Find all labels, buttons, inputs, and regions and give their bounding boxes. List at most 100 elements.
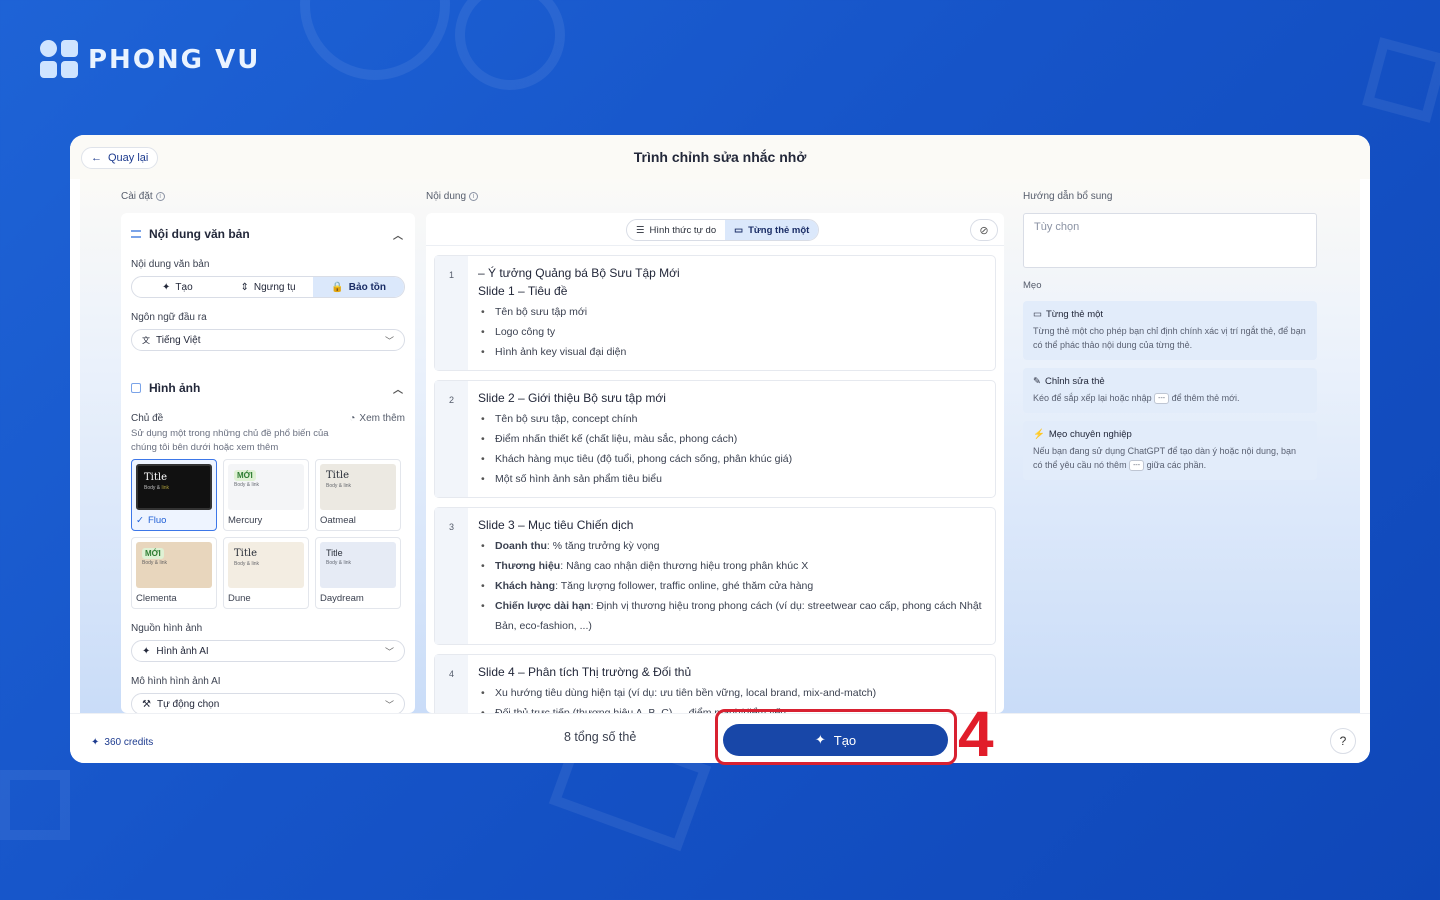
chevron-down-icon: ﹀ [384,700,394,710]
image-section-header[interactable]: Hình ảnh ︿ [131,377,405,399]
slide-card[interactable]: 3 Slide 3 – Mục tiêu Chiến dịch Doanh thu:… [434,507,996,645]
slide-card[interactable]: 1 – Ý tưởng Quảng bá Bộ Sưu Tập Mới Slide … [434,255,996,371]
total-cards-count: 8 tổng số thẻ [564,730,637,744]
extra-instructions-input[interactable]: Tùy chọn [1023,213,1317,268]
lock-icon: 🔒 [331,281,344,293]
sparkle-icon: ✦ [91,737,100,748]
sparkle-icon: ✦ [142,645,151,657]
theme-preview: Title Body & link [228,542,304,588]
slide-bullet: Điểm nhấn thiết kế (chất liệu, màu sắc, … [478,429,985,449]
chevron-down-icon: ﹀ [384,336,394,346]
output-language-select[interactable]: 文 Tiếng Việt ﹀ [131,329,405,351]
palette-icon: ◔ [349,413,356,424]
condense-icon: ⇕ [240,281,249,293]
divider [426,245,1004,246]
sparkle-icon: ✦ [162,281,171,293]
theme-card-mercury[interactable]: MỚI Body & link Mercury [223,459,309,531]
text-lines-icon: ☰ [636,224,645,236]
info-icon[interactable]: i [469,192,479,201]
theme-preview: Title Body & link [136,464,212,510]
chevron-up-icon[interactable]: ︿ [393,381,403,396]
step-number-annotation: 4 [958,698,994,770]
theme-preview: MỚI Body & link [228,464,304,510]
brand-name: PHONG VU [88,45,261,75]
info-icon[interactable]: i [155,192,165,201]
slide-title: Slide 4 – Phân tích Thị trường & Đối thủ [478,665,692,679]
theme-card-dune[interactable]: Title Body & link Dune [223,537,309,609]
theme-description: Sử dụng một trong những chủ đề phổ biến … [131,428,329,453]
theme-header: Chủ đề Sử dụng một trong những chủ đề ph… [131,413,405,455]
bg-square-decoration [0,770,70,840]
brand-logo: PHONG VU [40,40,260,80]
card-icon: ▭ [734,224,744,236]
language-icon: 文 [142,335,150,345]
theme-card-daydream[interactable]: Title Body & link Daydream [315,537,401,609]
text-lines-icon [131,230,141,238]
edit-icon: ✎ [1033,376,1041,387]
content-label: Nội dung i [426,191,479,202]
theme-grid: Title Body & link ✓ Fluo MỚI Body & link Me… [131,459,405,609]
slide-body[interactable]: Slide 4 – Phân tích Thị trường & Đối thủ… [468,655,995,713]
ai-model-select[interactable]: ⚒ Tự động chọn ﹀ [131,693,405,713]
card-icon: ▭ [1033,309,1042,320]
help-button[interactable]: ? [1330,728,1356,754]
slide-heading: – Ý tưởng Quảng bá Bộ Sưu Tập Mới [478,266,680,280]
image-source-label: Nguồn hình ảnh [131,623,203,634]
image-icon [131,383,141,393]
slide-card[interactable]: 2 Slide 2 – Giới thiệu Bộ sưu tập mới Tên … [434,380,996,498]
slide-title: Slide 1 – Tiêu đề [478,284,568,298]
lightning-icon: ⚡ [1033,429,1045,440]
theme-card-oatmeal[interactable]: Title Body & link Oatmeal [315,459,401,531]
mode-preserve-button[interactable]: 🔒 Bảo tồn [313,277,404,297]
theme-preview: Title Body & link [320,464,396,510]
text-section-header[interactable]: Nội dung văn bản ︿ [131,223,405,245]
output-language-label: Ngôn ngữ đầu ra [131,312,207,323]
freeform-view-button[interactable]: ☰ Hình thức tự do [627,220,725,240]
slide-body[interactable]: – Ý tưởng Quảng bá Bộ Sưu Tập Mới Slide 1… [468,256,995,370]
mode-generate-button[interactable]: ✦ Tạo [132,277,223,297]
slide-number: 2 [435,381,468,497]
divider-shortcut: --- [1154,393,1170,405]
slide-bullet: Tên bộ sưu tập, concept chính [478,409,985,429]
extra-panel: Tùy chọn Mẹo ▭ Từng thẻ một Từng thẻ một … [1023,213,1317,480]
image-source-select[interactable]: ✦ Hình ảnh AI ﹀ [131,640,405,662]
slide-list: 1 – Ý tưởng Quảng bá Bộ Sưu Tập Mới Slide … [434,255,996,713]
slide-number: 4 [435,655,468,713]
window-topbar: ← Quay lại Trình chỉnh sửa nhắc nhở [70,135,1370,179]
card-by-card-view-button[interactable]: ▭ Từng thẻ một [725,220,819,240]
divider-shortcut: --- [1129,460,1145,472]
slide-bullet: Khách hàng mục tiêu (độ tuổi, phong cách… [478,449,985,469]
hide-images-icon[interactable]: ⊘ [970,219,998,241]
tip-card: ⚡ Mẹo chuyên nghiệp Nếu bạn đang sử dụng … [1023,421,1317,480]
editor-panes: Cài đặt i Nội dung i Hướng dẫn bổ sung Nội… [80,179,1360,713]
credits-indicator[interactable]: ✦ 360 credits [91,737,153,748]
highlight-box-annotation [715,709,957,765]
mode-condense-button[interactable]: ⇕ Ngưng tụ [223,277,314,297]
magic-wand-icon: ⚒ [142,698,151,710]
slide-card[interactable]: 4 Slide 4 – Phân tích Thị trường & Đối th… [434,654,996,713]
text-content-label: Nội dung văn bản [131,259,210,270]
logo-icon [40,40,80,80]
theme-preview: MỚI Body & link [136,542,212,588]
page-title: Trình chỉnh sửa nhắc nhở [633,149,807,165]
new-badge: MỚI [234,470,256,481]
theme-card-fluo[interactable]: Title Body & link ✓ Fluo [131,459,217,531]
see-more-themes-link[interactable]: ◔ Xem thêm [349,413,405,455]
extra-instructions-label: Hướng dẫn bổ sung [1023,191,1113,202]
tip-card: ▭ Từng thẻ một Từng thẻ một cho phép bạn … [1023,301,1317,360]
slide-body[interactable]: Slide 3 – Mục tiêu Chiến dịch Doanh thu: … [468,508,995,644]
chevron-up-icon[interactable]: ︿ [393,227,403,242]
theme-card-clementa[interactable]: MỚI Body & link Clementa [131,537,217,609]
new-badge: MỚI [142,548,164,559]
tips-label: Mẹo [1023,280,1042,291]
view-mode-toggle: ☰ Hình thức tự do ▭ Từng thẻ một [626,219,820,241]
settings-panel: Nội dung văn bản ︿ Nội dung văn bản ✦ Tạo… [121,213,415,713]
bg-square-decoration [1362,37,1440,123]
theme-label: Chủ đề [131,413,164,424]
editor-window: ← Quay lại Trình chỉnh sửa nhắc nhở Cài … [70,135,1370,763]
content-panel: ☰ Hình thức tự do ▭ Từng thẻ một ⊘ 1– Ý tư… [426,213,1004,713]
slide-bullet: Thương hiệu: Nâng cao nhận diện thương h… [478,556,985,576]
slide-bullet: Khách hàng: Tăng lượng follower, traffic… [478,576,985,596]
slide-body[interactable]: Slide 2 – Giới thiệu Bộ sưu tập mới Tên b… [468,381,995,497]
slide-bullet: Một số hình ảnh sản phẩm tiêu biểu [478,469,985,489]
